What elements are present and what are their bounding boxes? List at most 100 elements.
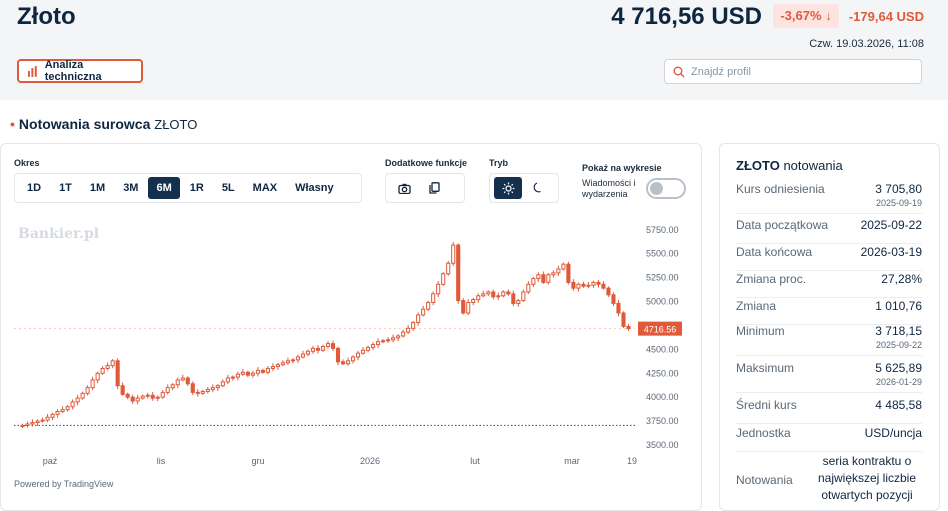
candle-body xyxy=(125,393,130,398)
mode-label: Tryb xyxy=(489,158,509,168)
candle-body xyxy=(591,281,596,286)
current-price: 4 716,56 USD xyxy=(611,3,762,30)
stats-row: Notowania seria kontraktu o największej li… xyxy=(736,453,922,507)
candle-body xyxy=(521,291,526,302)
period-1d[interactable]: 1D xyxy=(19,177,49,199)
candle-body xyxy=(260,369,265,373)
show-on-chart-label: Pokaż na wykresie xyxy=(582,163,662,173)
candle-body xyxy=(50,413,55,418)
candle-body xyxy=(140,395,145,399)
candle-body xyxy=(496,295,501,298)
candle-body xyxy=(215,385,220,389)
candle-body xyxy=(531,278,536,285)
candle-body xyxy=(576,283,581,289)
stats-value: 27,28% xyxy=(881,272,922,286)
y-tick-label: 5250.00 xyxy=(646,273,679,283)
candle-body xyxy=(195,391,200,394)
candle-body xyxy=(401,331,406,337)
candle-body xyxy=(345,360,351,365)
copy-icon[interactable] xyxy=(420,177,448,199)
period-5l[interactable]: 5L xyxy=(214,177,243,199)
bar-chart-icon xyxy=(27,65,37,77)
period-1t[interactable]: 1T xyxy=(51,177,80,199)
period-1r[interactable]: 1R xyxy=(182,177,212,199)
candle-body xyxy=(220,381,225,387)
candle-body xyxy=(80,392,85,399)
period-custom[interactable]: Własny xyxy=(287,177,342,199)
stats-label: Data końcowa xyxy=(736,245,813,259)
last-price-label: 4716.56 xyxy=(644,325,677,335)
news-events-toggle[interactable] xyxy=(646,178,686,199)
stats-row: Średni kurs 4 485,58 xyxy=(736,398,922,422)
change-absolute: -179,64 USD xyxy=(848,9,924,24)
stats-label: Średni kurs xyxy=(736,398,797,412)
candle-body xyxy=(25,423,30,426)
period-1m[interactable]: 1M xyxy=(82,177,113,199)
candle-body xyxy=(30,422,35,425)
candle-body xyxy=(601,283,606,289)
candle-body xyxy=(230,376,235,379)
candle-body xyxy=(506,291,511,295)
candle-body xyxy=(130,396,135,402)
candle-body xyxy=(381,340,386,343)
stats-row: Jednostka USD/uncja xyxy=(736,426,922,450)
y-tick-label: 3750.00 xyxy=(646,416,679,426)
candle-body xyxy=(235,373,240,378)
candle-body xyxy=(486,291,491,295)
stats-divider xyxy=(736,270,922,271)
candle-body xyxy=(295,356,301,361)
period-6m[interactable]: 6M xyxy=(148,177,180,199)
stats-value: 4 485,58 xyxy=(875,398,922,412)
stats-title-rest: notowania xyxy=(783,158,843,173)
candle-body xyxy=(350,356,356,362)
powered-by: Powered by TradingView xyxy=(14,479,114,489)
stats-value: 1 010,76 xyxy=(875,299,922,313)
candle-body xyxy=(586,284,591,287)
candle-body xyxy=(70,401,75,408)
candle-body xyxy=(20,424,25,428)
stats-row: Zmiana 1 010,76 xyxy=(736,299,922,323)
stats-label: Zmiana xyxy=(736,299,777,313)
stats-divider xyxy=(736,213,922,214)
x-tick-label: 19 xyxy=(627,456,637,466)
candle-body xyxy=(185,377,190,385)
candle-body xyxy=(240,371,245,375)
search-input[interactable]: Znajdź profil xyxy=(664,59,922,84)
x-tick-label: 2026 xyxy=(360,456,380,466)
candle-body xyxy=(75,397,80,403)
technical-analysis-button[interactable]: Analiza techniczna xyxy=(17,59,143,83)
stats-row: Data końcowa 2026-03-19 xyxy=(736,245,922,269)
period-max[interactable]: MAX xyxy=(245,177,285,199)
x-tick-label: lut xyxy=(470,456,480,466)
stats-value: 3 705,80 xyxy=(875,182,922,196)
period-label: Okres xyxy=(14,158,40,168)
stats-value: seria kontraktu o największej liczbie otwa… xyxy=(817,454,917,502)
page-title: Złoto xyxy=(17,3,76,30)
candle-body xyxy=(516,300,521,304)
candle-body xyxy=(120,385,125,395)
sun-icon[interactable] xyxy=(494,177,522,199)
stats-row: Zmiana proc. 27,28% xyxy=(736,272,922,296)
candle-body xyxy=(325,343,331,347)
candle-body xyxy=(606,287,611,296)
bullet-icon: • xyxy=(10,116,15,132)
y-tick-label: 5000.00 xyxy=(646,297,679,307)
candle-body xyxy=(340,361,346,365)
candle-body xyxy=(100,367,105,374)
stats-label: Zmiana proc. xyxy=(736,272,807,286)
price-chart[interactable]: Bankier.pl 3500.00 3750.00 4000.00 4250.00 45… xyxy=(10,215,690,475)
candle-body xyxy=(330,343,336,349)
candle-body xyxy=(305,350,311,355)
stats-divider xyxy=(736,451,922,452)
candle-body xyxy=(371,344,376,348)
stats-divider xyxy=(736,355,922,356)
candle-body xyxy=(320,345,326,351)
candle-body xyxy=(386,339,391,342)
stats-value: 2026-03-19 xyxy=(860,245,922,259)
camera-icon[interactable] xyxy=(390,177,418,199)
candle-body xyxy=(270,366,275,369)
period-3m[interactable]: 3M xyxy=(115,177,146,199)
moon-icon[interactable] xyxy=(524,177,552,199)
candle-body xyxy=(175,379,180,386)
stats-value: USD/uncja xyxy=(864,426,922,440)
